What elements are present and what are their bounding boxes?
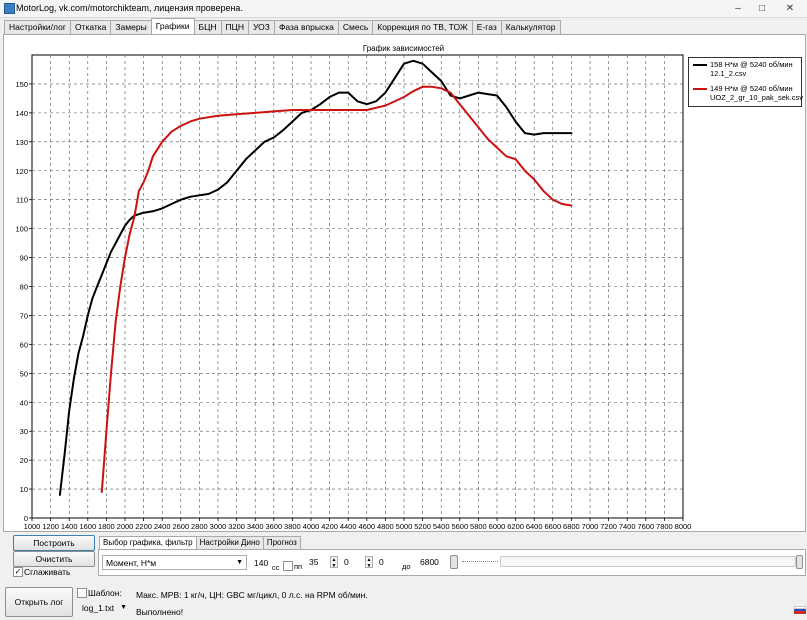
x-tick-label: 4000 xyxy=(303,522,320,531)
clear-button[interactable]: Очистить xyxy=(13,551,95,567)
y-tick-label: 10 xyxy=(20,485,28,494)
x-tick-label: 3400 xyxy=(247,522,264,531)
smooth-label: Сглаживать xyxy=(24,567,71,577)
x-tick-label: 6600 xyxy=(544,522,561,531)
value3-spinner[interactable]: ▲ ▼ xyxy=(365,556,373,569)
log-file-select[interactable]: log_1.txt ▼ xyxy=(79,600,129,615)
to-label: до xyxy=(402,562,411,571)
x-tick-label: 4800 xyxy=(377,522,394,531)
x-tick-label: 2200 xyxy=(135,522,152,531)
y-tick-label: 150 xyxy=(15,80,28,89)
tab-graphs[interactable]: Графики xyxy=(150,18,195,34)
subtab-forecast[interactable]: Прогноз xyxy=(262,536,301,549)
y-tick-label: 40 xyxy=(20,398,28,407)
smooth-checkbox[interactable]: ✓ xyxy=(13,567,23,577)
x-tick-label: 7400 xyxy=(619,522,636,531)
x-tick-label: 8000 xyxy=(675,522,692,531)
template-label: Шаблон: xyxy=(88,588,122,598)
range-slider-dotted xyxy=(462,561,498,562)
y-tick-label: 130 xyxy=(15,138,28,147)
range-slider-track[interactable] xyxy=(500,556,796,567)
pp-label: пп xyxy=(294,562,303,571)
x-tick-label: 6200 xyxy=(507,522,524,531)
x-tick-label: 3000 xyxy=(210,522,227,531)
x-tick-label: 6000 xyxy=(489,522,506,531)
y-tick-label: 80 xyxy=(20,283,28,292)
value3-text: 0 xyxy=(344,557,349,567)
legend-swatch-black xyxy=(693,64,707,66)
x-tick-label: 7600 xyxy=(637,522,654,531)
y-tick-label: 90 xyxy=(20,254,28,263)
value2-spinner[interactable]: ▲ ▼ xyxy=(330,556,338,569)
y-tick-label: 100 xyxy=(15,225,28,234)
filter-subtabs: Выбор графика, фильтр Настройки Дино Про… xyxy=(99,536,301,549)
legend-series-2-file: UOZ_2_gr_10_pak_sek.csv xyxy=(710,93,803,102)
log-file-value: log_1.txt xyxy=(82,602,115,613)
x-tick-label: 4600 xyxy=(358,522,375,531)
range-slider-right-handle[interactable] xyxy=(796,555,803,569)
x-tick-label: 1200 xyxy=(42,522,59,531)
y-tick-label: 70 xyxy=(20,311,28,320)
template-checkbox[interactable] xyxy=(77,588,87,598)
x-tick-label: 5600 xyxy=(451,522,468,531)
y-tick-label: 110 xyxy=(16,196,28,205)
x-tick-label: 6800 xyxy=(563,522,580,531)
x-tick-label: 1800 xyxy=(98,522,115,531)
x-tick-label: 1000 xyxy=(24,522,41,531)
x-tick-label: 3800 xyxy=(284,522,301,531)
torque-chart: 1000 1200 1400 1600 1800 2000 2200 2400 2600 2800… xyxy=(15,54,692,531)
parameter-select-value: Момент, Н*м xyxy=(106,557,157,568)
range-slider-left-handle[interactable] xyxy=(450,555,458,569)
x-tick-label: 5400 xyxy=(433,522,450,531)
y-tick-label: 60 xyxy=(20,340,28,349)
russian-flag-icon xyxy=(794,606,806,614)
info-text: Макс. МРВ: 1 кг/ч, ЦН: GBC мг/цикл, 0 л.… xyxy=(136,590,368,600)
open-log-button[interactable]: Открыть лог xyxy=(5,587,73,617)
y-tick-label: 20 xyxy=(20,456,28,465)
legend-series-1-file: 12.1_2.csv xyxy=(710,69,747,78)
status-text: Выполнено! xyxy=(136,607,184,617)
x-tick-label: 5000 xyxy=(396,522,413,531)
y-tick-label: 0 xyxy=(24,514,28,523)
subtab-dyno-settings[interactable]: Настройки Дино xyxy=(195,536,264,549)
pp-checkbox[interactable] xyxy=(283,561,293,571)
build-button[interactable]: Построить xyxy=(13,535,95,551)
unit-cc-label: cc xyxy=(272,563,280,572)
value4-text: 0 xyxy=(379,557,384,567)
chevron-down-icon: ▼ xyxy=(236,559,243,566)
x-tick-label: 2000 xyxy=(117,522,134,531)
x-tick-label: 5800 xyxy=(470,522,487,531)
chevron-down-icon: ▼ xyxy=(120,604,127,611)
y-tick-label: 140 xyxy=(15,109,28,118)
chart-legend: 158 Н*м @ 5240 об/мин 12.1_2.csv 149 Н*м… xyxy=(688,57,803,107)
x-tick-label: 7000 xyxy=(582,522,599,531)
x-tick-label: 2800 xyxy=(191,522,208,531)
y-tick-label: 50 xyxy=(20,369,28,378)
value5-text: 6800 xyxy=(420,557,439,567)
y-tick-label: 120 xyxy=(15,167,28,176)
legend-swatch-red xyxy=(693,88,707,90)
x-tick-label: 4200 xyxy=(321,522,338,531)
y-tick-label: 30 xyxy=(20,427,28,436)
parameter-select[interactable]: Момент, Н*м ▼ xyxy=(102,555,247,570)
legend-series-1-name: 158 Н*м @ 5240 об/мин xyxy=(710,60,793,69)
x-tick-label: 5200 xyxy=(414,522,431,531)
x-tick-label: 2400 xyxy=(154,522,171,531)
x-tick-label: 2600 xyxy=(172,522,189,531)
x-tick-label: 1600 xyxy=(79,522,96,531)
x-tick-label: 1400 xyxy=(61,522,78,531)
x-tick-label: 6400 xyxy=(526,522,543,531)
subtab-graph-filter[interactable]: Выбор графика, фильтр xyxy=(99,536,197,549)
value2-text: 35 xyxy=(309,557,319,567)
x-tick-label: 7200 xyxy=(600,522,617,531)
legend-series-2-name: 149 Н*м @ 5240 об/мин xyxy=(710,84,793,93)
x-tick-label: 7800 xyxy=(656,522,673,531)
value1-text: 140 xyxy=(254,558,269,568)
x-tick-label: 4400 xyxy=(340,522,357,531)
x-tick-label: 3600 xyxy=(265,522,282,531)
x-tick-label: 3200 xyxy=(228,522,245,531)
